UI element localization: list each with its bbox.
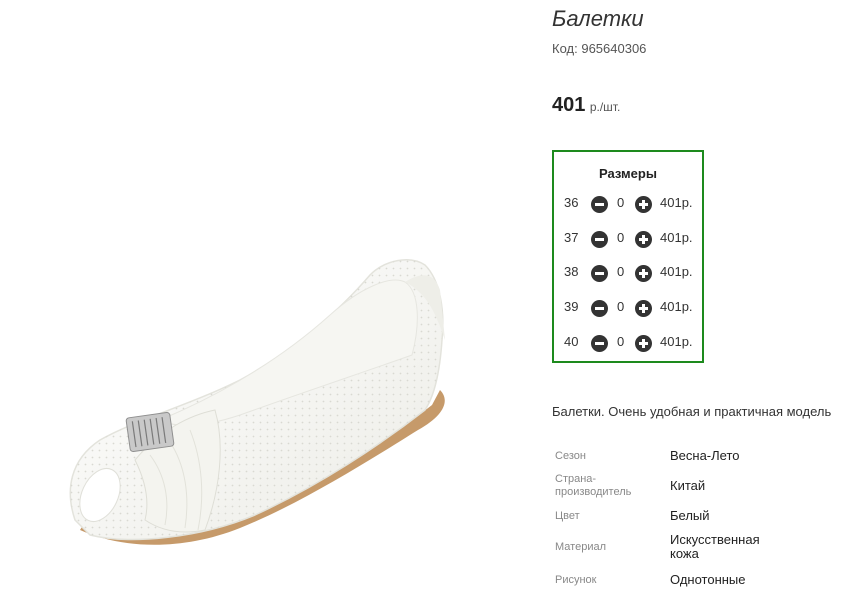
sizes-title: Размеры <box>599 166 657 181</box>
size-number: 36 <box>564 195 579 210</box>
sizes-panel: Размеры 36 0 401р. 37 0 401р. 38 0 401р.… <box>552 150 704 363</box>
attribute-value: Однотонные <box>670 572 746 587</box>
plus-circle-icon[interactable] <box>635 196 652 213</box>
size-number: 40 <box>564 334 579 349</box>
attribute-value: Искусственная кожа <box>670 532 760 561</box>
plus-circle-icon[interactable] <box>635 265 652 282</box>
attribute-value: Китай <box>670 478 706 493</box>
product-code: Код: 965640306 <box>552 41 646 56</box>
size-row: 39 0 401р. <box>554 298 704 318</box>
attribute-label: Материал <box>555 541 606 553</box>
product-code-label: Код: <box>552 41 578 56</box>
plus-circle-icon[interactable] <box>635 335 652 352</box>
product-image <box>69 259 445 545</box>
size-price: 401р. <box>660 264 693 279</box>
size-price: 401р. <box>660 195 693 210</box>
price-unit: р./шт. <box>589 100 621 114</box>
product-description: Балетки. Очень удобная и практичная моде… <box>552 404 832 419</box>
quantity-value: 0 <box>617 299 625 314</box>
size-price: 401р. <box>660 299 693 314</box>
quantity-value: 0 <box>617 230 625 245</box>
price-value: 401 <box>552 94 586 116</box>
minus-circle-icon[interactable] <box>591 300 608 317</box>
size-row: 36 0 401р. <box>554 194 704 214</box>
size-row: 38 0 401р. <box>554 263 704 283</box>
size-row: 37 0 401р. <box>554 229 704 249</box>
minus-circle-icon[interactable] <box>591 231 608 248</box>
size-number: 38 <box>564 264 579 279</box>
quantity-value: 0 <box>617 334 625 349</box>
plus-circle-icon[interactable] <box>635 300 652 317</box>
product-title: Балетки <box>552 6 644 31</box>
size-number: 37 <box>564 230 579 245</box>
attribute-label: Цвет <box>555 510 580 522</box>
size-price: 401р. <box>660 334 693 349</box>
size-number: 39 <box>564 299 579 314</box>
product-price: 401 р./шт. <box>552 94 620 117</box>
attribute-value: Весна-Лето <box>670 448 740 463</box>
attribute-value: Белый <box>670 508 710 523</box>
product-code-value: 965640306 <box>581 41 647 56</box>
minus-circle-icon[interactable] <box>591 196 608 213</box>
attribute-label: Страна-производитель <box>555 473 632 498</box>
size-price: 401р. <box>660 230 693 245</box>
plus-circle-icon[interactable] <box>635 231 652 248</box>
size-row: 40 0 401р. <box>554 333 704 353</box>
quantity-value: 0 <box>617 264 625 279</box>
minus-circle-icon[interactable] <box>591 265 608 282</box>
attribute-label: Рисунок <box>555 574 597 586</box>
minus-circle-icon[interactable] <box>591 335 608 352</box>
attribute-label: Сезон <box>555 450 586 462</box>
quantity-value: 0 <box>617 195 625 210</box>
